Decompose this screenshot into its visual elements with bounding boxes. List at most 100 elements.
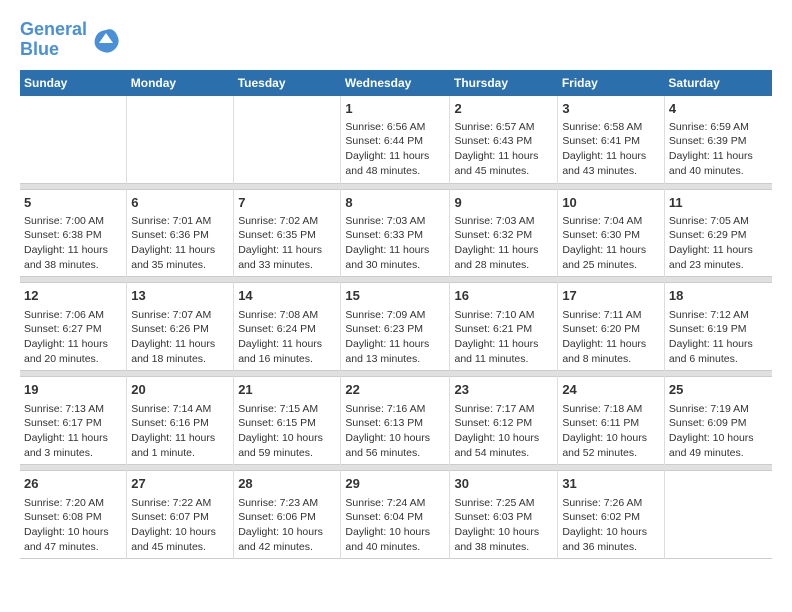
day-number: 16: [454, 287, 553, 305]
day-number: 6: [131, 194, 229, 212]
day-info: Sunrise: 7:02 AMSunset: 6:35 PMDaylight:…: [238, 214, 336, 273]
week-row-1: 1 Sunrise: 6:56 AMSunset: 6:44 PMDaylight…: [20, 96, 772, 183]
day-header-wednesday: Wednesday: [341, 70, 450, 96]
calendar-cell: 1 Sunrise: 6:56 AMSunset: 6:44 PMDaylight…: [341, 96, 450, 183]
day-info: Sunrise: 7:20 AMSunset: 6:08 PMDaylight:…: [24, 496, 122, 555]
logo-general: General: [20, 19, 87, 39]
day-info: Sunrise: 7:16 AMSunset: 6:13 PMDaylight:…: [345, 402, 445, 461]
calendar-cell: 27Sunrise: 7:22 AMSunset: 6:07 PMDayligh…: [127, 471, 234, 559]
calendar-cell: 25 Sunrise: 7:19 AMSunset: 6:09 PMDayligh…: [664, 377, 772, 465]
calendar-cell: 26 Sunrise: 7:20 AMSunset: 6:08 PMDayligh…: [20, 471, 127, 559]
day-info: Sunrise: 7:22 AMSunset: 6:07 PMDaylight:…: [131, 496, 229, 555]
day-header-friday: Friday: [558, 70, 665, 96]
calendar-cell: 15Sunrise: 7:09 AMSunset: 6:23 PMDayligh…: [341, 283, 450, 371]
day-info: Sunrise: 7:23 AMSunset: 6:06 PMDaylight:…: [238, 496, 336, 555]
day-number: 30: [454, 475, 553, 493]
calendar-cell: 21 Sunrise: 7:15 AMSunset: 6:15 PMDayligh…: [234, 377, 341, 465]
day-number: 28: [238, 475, 336, 493]
calendar-cell: 4 Sunrise: 6:59 AMSunset: 6:39 PMDaylight…: [664, 96, 772, 183]
day-number: 17: [562, 287, 660, 305]
day-number: 8: [345, 194, 445, 212]
day-info: Sunrise: 7:14 AMSunset: 6:16 PMDaylight:…: [131, 402, 229, 461]
day-number: 9: [454, 194, 553, 212]
day-info: Sunrise: 7:01 AMSunset: 6:36 PMDaylight:…: [131, 214, 229, 273]
calendar-cell: [664, 471, 772, 559]
day-number: 1: [345, 100, 445, 118]
calendar-cell: 22Sunrise: 7:16 AMSunset: 6:13 PMDayligh…: [341, 377, 450, 465]
calendar-cell: 30Sunrise: 7:25 AMSunset: 6:03 PMDayligh…: [450, 471, 558, 559]
days-header-row: SundayMondayTuesdayWednesdayThursdayFrid…: [20, 70, 772, 96]
logo-icon: [91, 25, 121, 55]
day-info: Sunrise: 7:03 AMSunset: 6:33 PMDaylight:…: [345, 214, 445, 273]
calendar-cell: 6 Sunrise: 7:01 AMSunset: 6:36 PMDaylight…: [127, 189, 234, 277]
day-info: Sunrise: 7:04 AMSunset: 6:30 PMDaylight:…: [562, 214, 660, 273]
day-info: Sunrise: 6:59 AMSunset: 6:39 PMDaylight:…: [669, 120, 768, 179]
day-number: 4: [669, 100, 768, 118]
day-info: Sunrise: 7:17 AMSunset: 6:12 PMDaylight:…: [454, 402, 553, 461]
day-info: Sunrise: 7:11 AMSunset: 6:20 PMDaylight:…: [562, 308, 660, 367]
day-info: Sunrise: 7:09 AMSunset: 6:23 PMDaylight:…: [345, 308, 445, 367]
day-number: 11: [669, 194, 768, 212]
day-info: Sunrise: 7:05 AMSunset: 6:29 PMDaylight:…: [669, 214, 768, 273]
page-header: General Blue: [20, 20, 772, 60]
week-row-2: 5 Sunrise: 7:00 AMSunset: 6:38 PMDaylight…: [20, 189, 772, 277]
day-number: 18: [669, 287, 768, 305]
day-number: 24: [562, 381, 660, 399]
day-info: Sunrise: 7:10 AMSunset: 6:21 PMDaylight:…: [454, 308, 553, 367]
calendar-cell: 19Sunrise: 7:13 AMSunset: 6:17 PMDayligh…: [20, 377, 127, 465]
calendar-cell: [20, 96, 127, 183]
logo-blue: Blue: [20, 39, 59, 59]
calendar-cell: 7Sunrise: 7:02 AMSunset: 6:35 PMDaylight…: [234, 189, 341, 277]
calendar-cell: 13 Sunrise: 7:07 AMSunset: 6:26 PMDayligh…: [127, 283, 234, 371]
calendar-cell: 12Sunrise: 7:06 AMSunset: 6:27 PMDayligh…: [20, 283, 127, 371]
calendar-cell: 2 Sunrise: 6:57 AMSunset: 6:43 PMDaylight…: [450, 96, 558, 183]
calendar-cell: 17 Sunrise: 7:11 AMSunset: 6:20 PMDayligh…: [558, 283, 665, 371]
day-info: Sunrise: 7:03 AMSunset: 6:32 PMDaylight:…: [454, 214, 553, 273]
day-number: 2: [454, 100, 553, 118]
day-number: 20: [131, 381, 229, 399]
calendar-cell: 24Sunrise: 7:18 AMSunset: 6:11 PMDayligh…: [558, 377, 665, 465]
day-number: 21: [238, 381, 336, 399]
calendar-cell: 31 Sunrise: 7:26 AMSunset: 6:02 PMDayligh…: [558, 471, 665, 559]
day-number: 26: [24, 475, 122, 493]
day-number: 13: [131, 287, 229, 305]
week-row-4: 19Sunrise: 7:13 AMSunset: 6:17 PMDayligh…: [20, 377, 772, 465]
calendar-cell: 18Sunrise: 7:12 AMSunset: 6:19 PMDayligh…: [664, 283, 772, 371]
calendar-cell: 14Sunrise: 7:08 AMSunset: 6:24 PMDayligh…: [234, 283, 341, 371]
day-info: Sunrise: 6:56 AMSunset: 6:44 PMDaylight:…: [345, 120, 445, 179]
calendar-cell: 9 Sunrise: 7:03 AMSunset: 6:32 PMDaylight…: [450, 189, 558, 277]
day-info: Sunrise: 6:58 AMSunset: 6:41 PMDaylight:…: [562, 120, 660, 179]
day-info: Sunrise: 7:15 AMSunset: 6:15 PMDaylight:…: [238, 402, 336, 461]
day-number: 25: [669, 381, 768, 399]
day-header-sunday: Sunday: [20, 70, 127, 96]
calendar-cell: 28 Sunrise: 7:23 AMSunset: 6:06 PMDayligh…: [234, 471, 341, 559]
calendar-cell: 29Sunrise: 7:24 AMSunset: 6:04 PMDayligh…: [341, 471, 450, 559]
calendar-cell: 3 Sunrise: 6:58 AMSunset: 6:41 PMDaylight…: [558, 96, 665, 183]
week-row-5: 26 Sunrise: 7:20 AMSunset: 6:08 PMDayligh…: [20, 471, 772, 559]
day-number: 31: [562, 475, 660, 493]
logo-text: General Blue: [20, 20, 87, 60]
day-number: 10: [562, 194, 660, 212]
calendar-cell: 11 Sunrise: 7:05 AMSunset: 6:29 PMDayligh…: [664, 189, 772, 277]
day-header-tuesday: Tuesday: [234, 70, 341, 96]
calendar-cell: 8 Sunrise: 7:03 AMSunset: 6:33 PMDaylight…: [341, 189, 450, 277]
day-number: 19: [24, 381, 122, 399]
day-number: 23: [454, 381, 553, 399]
calendar-cell: [127, 96, 234, 183]
day-info: Sunrise: 7:19 AMSunset: 6:09 PMDaylight:…: [669, 402, 768, 461]
day-number: 5: [24, 194, 122, 212]
calendar-cell: 20 Sunrise: 7:14 AMSunset: 6:16 PMDayligh…: [127, 377, 234, 465]
calendar-cell: [234, 96, 341, 183]
day-info: Sunrise: 7:26 AMSunset: 6:02 PMDaylight:…: [562, 496, 660, 555]
day-info: Sunrise: 6:57 AMSunset: 6:43 PMDaylight:…: [454, 120, 553, 179]
day-number: 12: [24, 287, 122, 305]
day-header-monday: Monday: [127, 70, 234, 96]
calendar-cell: 5 Sunrise: 7:00 AMSunset: 6:38 PMDaylight…: [20, 189, 127, 277]
day-info: Sunrise: 7:07 AMSunset: 6:26 PMDaylight:…: [131, 308, 229, 367]
logo: General Blue: [20, 20, 121, 60]
day-number: 3: [562, 100, 660, 118]
day-info: Sunrise: 7:24 AMSunset: 6:04 PMDaylight:…: [345, 496, 445, 555]
day-info: Sunrise: 7:00 AMSunset: 6:38 PMDaylight:…: [24, 214, 122, 273]
day-header-thursday: Thursday: [450, 70, 558, 96]
calendar-cell: 16 Sunrise: 7:10 AMSunset: 6:21 PMDayligh…: [450, 283, 558, 371]
